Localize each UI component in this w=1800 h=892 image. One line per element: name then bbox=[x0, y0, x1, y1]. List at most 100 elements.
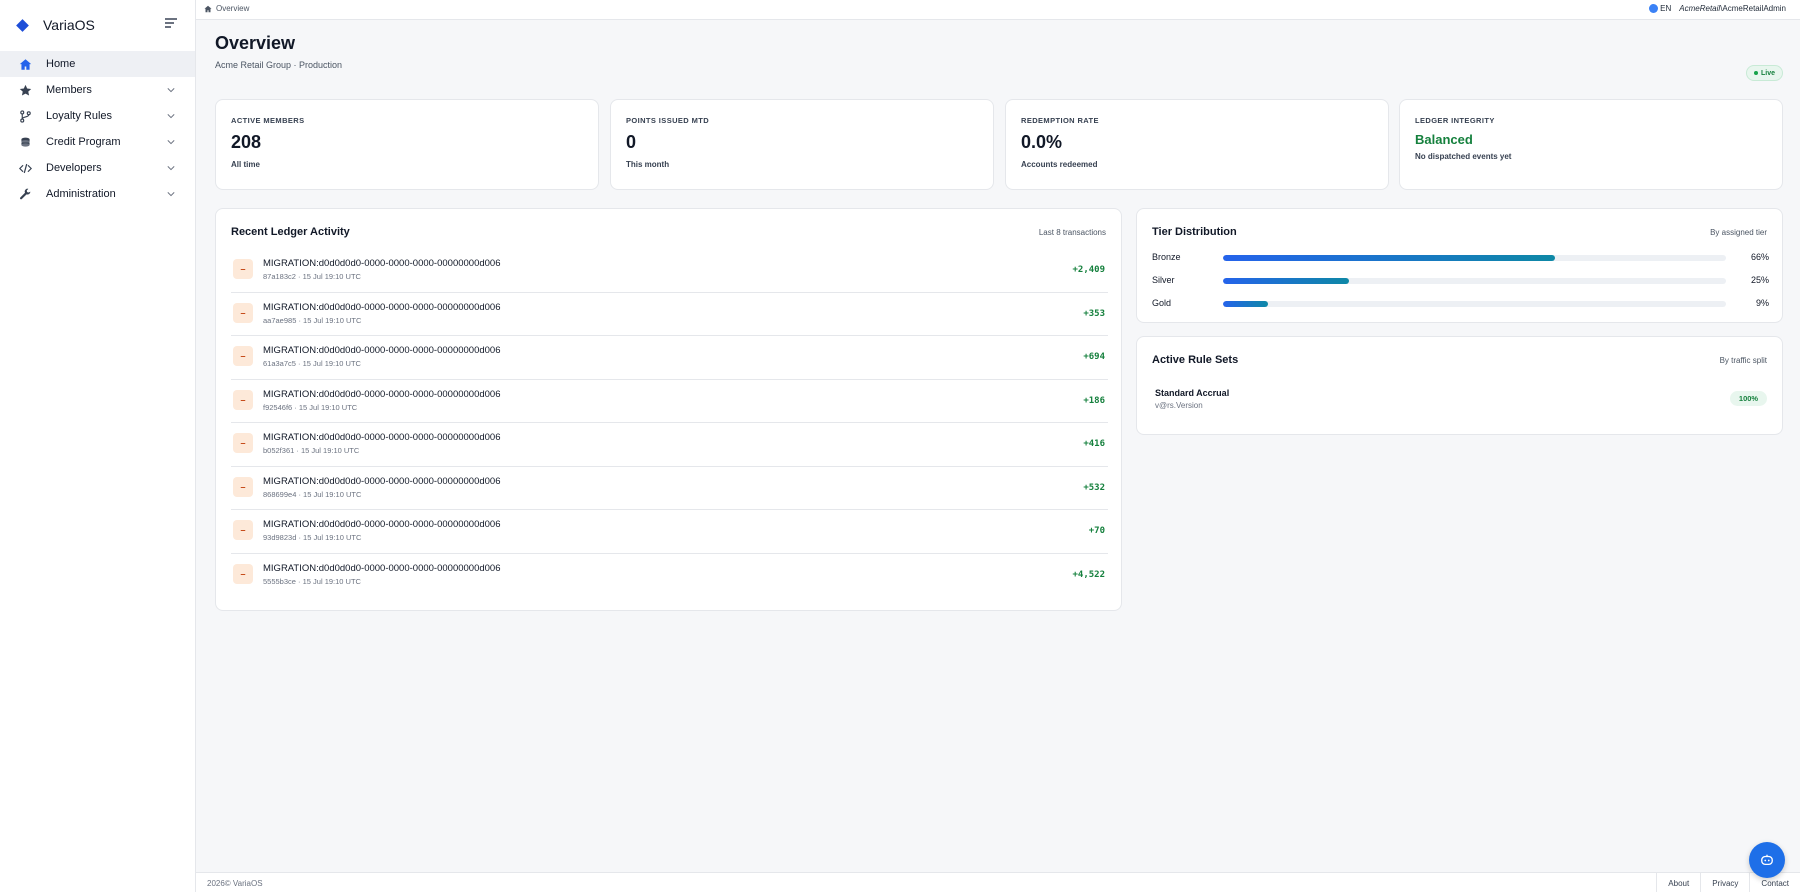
chevron-down-icon[interactable] bbox=[167, 138, 175, 146]
tier-bar-fill bbox=[1223, 301, 1269, 307]
tier-distribution-panel: Tier Distribution By assigned tier Bronz… bbox=[1136, 208, 1783, 323]
globe-icon[interactable] bbox=[1649, 4, 1659, 13]
chevron-down-icon[interactable] bbox=[167, 86, 175, 94]
footer: 2026© VariaOS About Privacy Contact bbox=[196, 872, 1800, 892]
chevron-down-icon[interactable] bbox=[167, 190, 175, 198]
sidebar-item-label: Developers bbox=[46, 162, 102, 174]
sidebar-item-label: Home bbox=[46, 58, 76, 70]
transaction-meta: aa7ae985 · 15 Jul 19:10 UTC bbox=[263, 315, 362, 325]
traffic-split-badge: 100% bbox=[1730, 391, 1767, 406]
tier-bar-track bbox=[1223, 255, 1726, 261]
transaction-ref: MIGRATION:d0d0d0d0-0000-0000-0000-000000… bbox=[263, 345, 501, 356]
transaction-amount: +353 bbox=[1083, 308, 1105, 319]
transaction-ref: MIGRATION:d0d0d0d0-0000-0000-0000-000000… bbox=[263, 258, 501, 269]
sidebar-item-home[interactable]: Home bbox=[0, 51, 195, 77]
transaction-type-badge: – bbox=[233, 563, 253, 584]
ledger-row[interactable]: – MIGRATION:d0d0d0d0-0000-0000-0000-0000… bbox=[231, 336, 1108, 380]
ledger-row[interactable]: – MIGRATION:d0d0d0d0-0000-0000-0000-0000… bbox=[231, 467, 1108, 510]
footer-links: About Privacy Contact bbox=[1656, 873, 1800, 892]
stat-label: ACTIVE MEMBERS bbox=[231, 116, 305, 125]
tier-name: Bronze bbox=[1152, 252, 1181, 262]
stat-card-ledger-integrity: LEDGER INTEGRITY Balanced No dispatched … bbox=[1399, 99, 1783, 190]
transaction-type-badge: – bbox=[233, 302, 253, 323]
transaction-amount: +416 bbox=[1083, 439, 1105, 449]
stat-value: 208 bbox=[231, 132, 262, 152]
ledger-row[interactable]: – MIGRATION:d0d0d0d0-0000-0000-0000-0000… bbox=[231, 293, 1108, 336]
chat-bot-icon bbox=[1761, 854, 1773, 866]
breadcrumb: Overview bbox=[204, 4, 249, 13]
wrench-icon bbox=[18, 187, 32, 201]
stat-value: 0 bbox=[626, 132, 637, 152]
transaction-ref: MIGRATION:d0d0d0d0-0000-0000-0000-000000… bbox=[263, 388, 501, 400]
sidebar-item-credit-program[interactable]: Credit Program bbox=[0, 129, 195, 155]
rule-set-name[interactable]: Standard Accrual bbox=[1155, 388, 1229, 398]
page-title: Overview bbox=[215, 33, 296, 53]
ledger-row[interactable]: – MIGRATION:d0d0d0d0-0000-0000-0000-0000… bbox=[231, 380, 1108, 423]
transaction-amount: +186 bbox=[1083, 395, 1105, 406]
ledger-row[interactable]: – MIGRATION:d0d0d0d0-0000-0000-0000-0000… bbox=[231, 510, 1108, 554]
tier-name: Silver bbox=[1152, 275, 1175, 285]
sidebar-item-administration[interactable]: Administration bbox=[0, 181, 195, 207]
page-subtitle: Acme Retail Group · Production bbox=[215, 60, 343, 70]
star-icon bbox=[18, 83, 32, 97]
logo-icon bbox=[16, 18, 29, 32]
transaction-meta: 87a183c2 · 15 Jul 19:10 UTC bbox=[263, 272, 361, 281]
ledger-row[interactable]: – MIGRATION:d0d0d0d0-0000-0000-0000-0000… bbox=[231, 423, 1108, 467]
transaction-ref: MIGRATION:d0d0d0d0-0000-0000-0000-000000… bbox=[263, 301, 501, 313]
footer-link-about[interactable]: About bbox=[1656, 873, 1700, 892]
language-selector[interactable]: EN bbox=[1660, 4, 1671, 13]
chat-button[interactable] bbox=[1749, 842, 1785, 878]
stat-note: Accounts redeemed bbox=[1021, 160, 1098, 169]
transaction-meta: b052f361 · 15 Jul 19:10 UTC bbox=[263, 446, 360, 455]
sidebar-item-label: Credit Program bbox=[46, 136, 121, 148]
transaction-amount: +4,522 bbox=[1072, 569, 1105, 580]
tier-bar-fill bbox=[1223, 278, 1349, 284]
stat-card-points-issued: POINTS ISSUED MTD 0 This month bbox=[610, 99, 994, 190]
tier-row-silver: Silver 25% bbox=[1152, 274, 1769, 288]
rule-set-version: v@rs.Version bbox=[1155, 401, 1203, 410]
transaction-meta: 93d9823d · 15 Jul 19:10 UTC bbox=[263, 533, 362, 542]
sidebar-item-members[interactable]: Members bbox=[0, 77, 195, 103]
stat-note: All time bbox=[231, 160, 260, 169]
tier-percent: 25% bbox=[1750, 275, 1769, 285]
sidebar-item-loyalty-rules[interactable]: Loyalty Rules bbox=[0, 103, 195, 129]
chevron-down-icon[interactable] bbox=[167, 164, 175, 172]
coins-icon bbox=[18, 135, 32, 149]
ledger-panel: Recent Ledger Activity Last 8 transactio… bbox=[215, 208, 1122, 611]
transaction-ref: MIGRATION:d0d0d0d0-0000-0000-0000-000000… bbox=[263, 475, 501, 487]
transaction-ref: MIGRATION:d0d0d0d0-0000-0000-0000-000000… bbox=[263, 562, 501, 574]
status-label: Live bbox=[1760, 69, 1775, 77]
sidebar: VariaOS Home Members Loyalty Rules Credi… bbox=[0, 0, 196, 892]
transaction-ref: MIGRATION:d0d0d0d0-0000-0000-0000-000000… bbox=[263, 519, 501, 530]
transaction-type-badge: – bbox=[233, 346, 253, 366]
transaction-type-badge: – bbox=[233, 520, 253, 540]
transaction-type-badge: – bbox=[233, 389, 253, 410]
tier-bar-track bbox=[1223, 278, 1726, 284]
stat-value: 0.0% bbox=[1021, 132, 1063, 152]
transaction-meta: 5555b3ce · 15 Jul 19:10 UTC bbox=[263, 576, 361, 586]
stat-label: LEDGER INTEGRITY bbox=[1415, 116, 1495, 125]
ledger-row[interactable]: – MIGRATION:d0d0d0d0-0000-0000-0000-0000… bbox=[231, 249, 1108, 293]
brand: VariaOS bbox=[0, 0, 195, 50]
transaction-meta: 61a3a7c5 · 15 Jul 19:10 UTC bbox=[263, 359, 361, 368]
ledger-row[interactable]: – MIGRATION:d0d0d0d0-0000-0000-0000-0000… bbox=[231, 554, 1108, 598]
branch-icon bbox=[18, 109, 32, 123]
chevron-down-icon[interactable] bbox=[167, 112, 175, 120]
sidebar-item-developers[interactable]: Developers bbox=[0, 155, 195, 181]
panel-title: Tier Distribution bbox=[1152, 226, 1237, 238]
sidebar-item-label: Administration bbox=[46, 188, 116, 200]
tier-percent: 9% bbox=[1755, 298, 1769, 308]
stat-card-redemption-rate: REDEMPTION RATE 0.0% Accounts redeemed bbox=[1005, 99, 1389, 190]
tier-row-bronze: Bronze 66% bbox=[1152, 251, 1769, 265]
stat-note: This month bbox=[626, 160, 670, 169]
footer-link-privacy[interactable]: Privacy bbox=[1700, 873, 1749, 892]
transaction-meta: f92546f6 · 15 Jul 19:10 UTC bbox=[263, 402, 358, 412]
collapse-sidebar-icon[interactable] bbox=[165, 18, 177, 30]
transaction-type-badge: – bbox=[233, 259, 253, 279]
transaction-type-badge: – bbox=[233, 433, 253, 453]
tier-bar-track bbox=[1223, 301, 1726, 307]
home-icon[interactable] bbox=[204, 5, 212, 13]
user-name[interactable]: \AcmeRetailAdmin bbox=[1720, 4, 1786, 13]
transaction-ref: MIGRATION:d0d0d0d0-0000-0000-0000-000000… bbox=[263, 432, 501, 443]
transaction-amount: +70 bbox=[1088, 526, 1105, 536]
